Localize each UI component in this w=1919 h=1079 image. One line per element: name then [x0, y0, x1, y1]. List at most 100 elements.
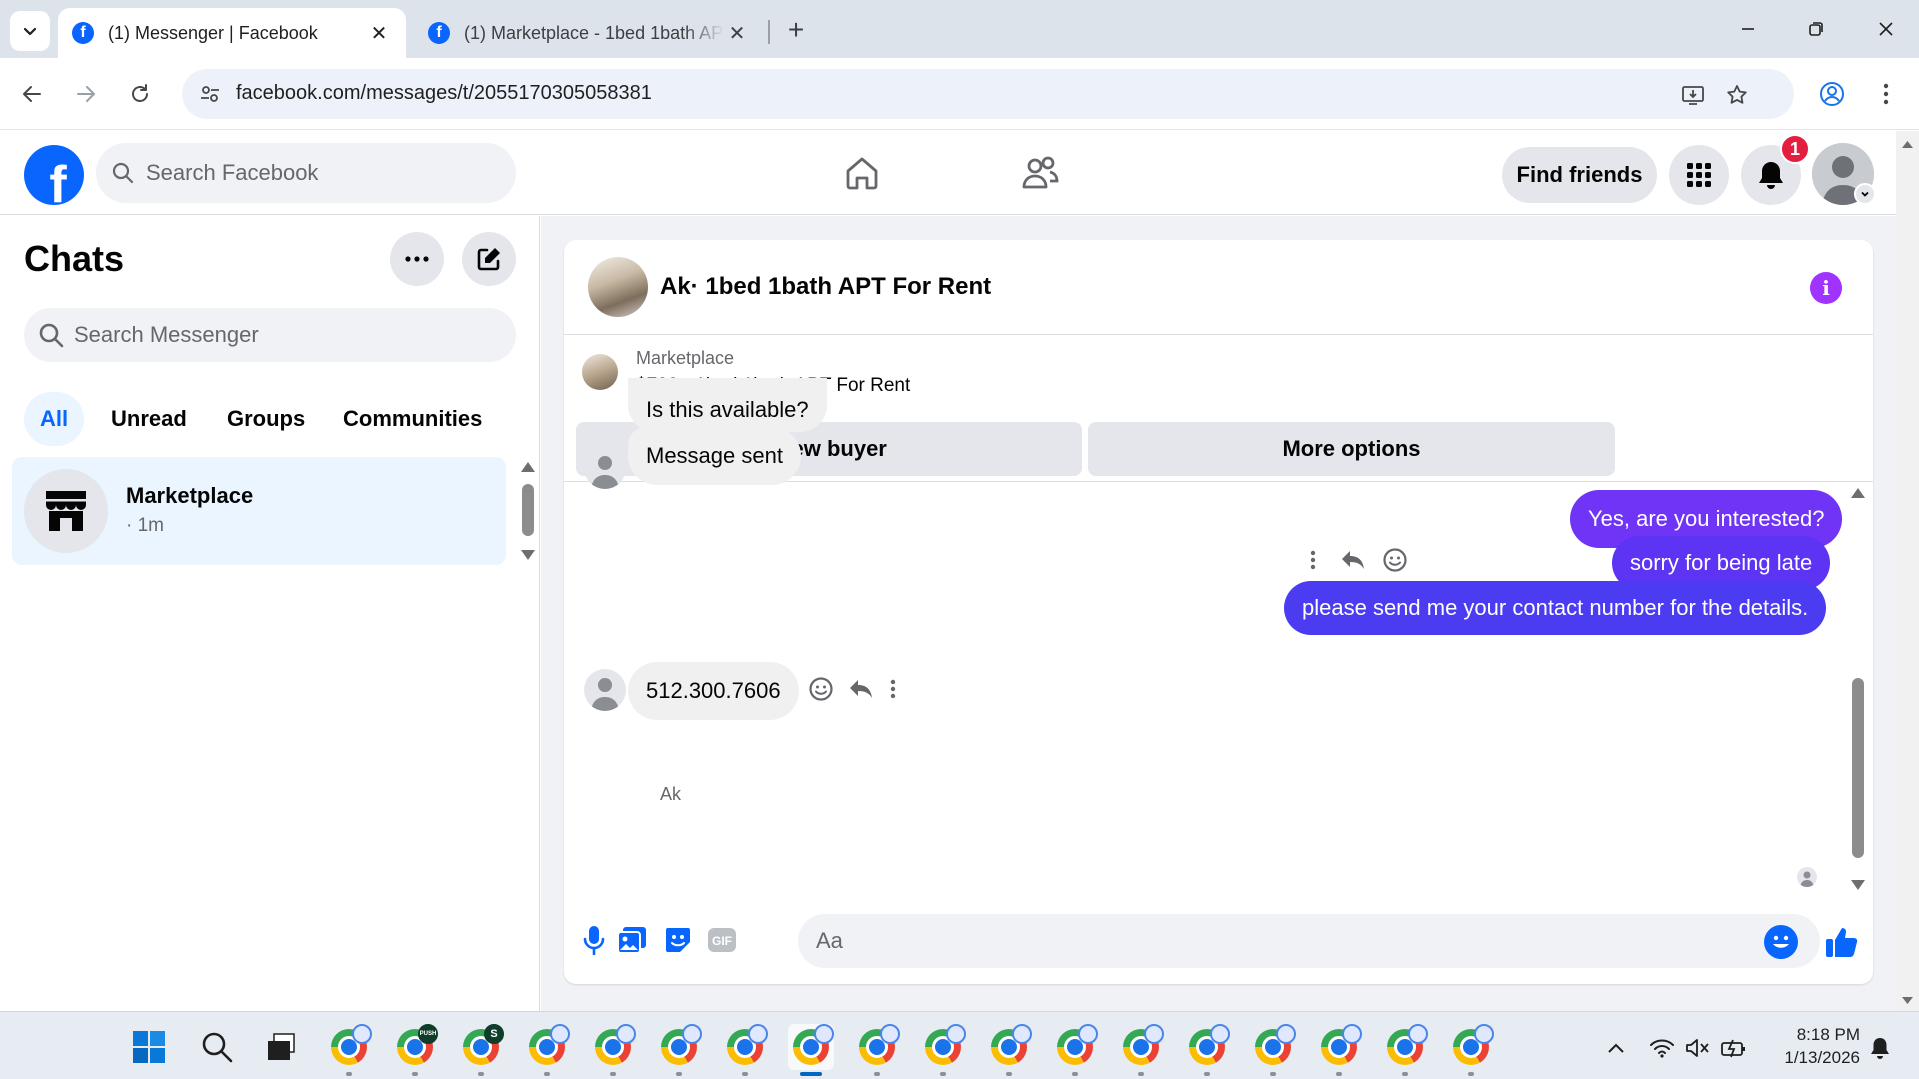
find-friends-button[interactable]: Find friends [1502, 147, 1657, 203]
chrome-taskbar-item[interactable] [1052, 1024, 1098, 1076]
chrome-taskbar-item[interactable]: PUSH [392, 1024, 438, 1076]
sidebar-scroll-thumb[interactable] [522, 484, 534, 536]
conversation-scroll-up[interactable] [1851, 488, 1865, 498]
more-options-button[interactable]: More options [1088, 422, 1615, 476]
listing-thumbnail[interactable] [582, 354, 618, 390]
account-circle-icon [1820, 82, 1844, 106]
contact-avatar[interactable] [584, 447, 626, 489]
tab-search-button[interactable] [10, 11, 50, 51]
minimize-button[interactable] [1726, 10, 1770, 48]
profile-button[interactable] [1812, 74, 1852, 114]
emoji-picker-button[interactable] [1764, 925, 1798, 959]
chrome-taskbar-item[interactable] [590, 1024, 636, 1076]
chrome-taskbar-item[interactable] [1448, 1024, 1494, 1076]
chrome-taskbar-item[interactable]: S [458, 1024, 504, 1076]
voice-clip-button[interactable] [576, 922, 612, 958]
react-emoji-icon[interactable] [806, 674, 836, 704]
message-bubble-incoming[interactable]: 512.300.7606 [628, 662, 799, 720]
tab-messenger[interactable]: f (1) Messenger | Facebook ✕ [58, 8, 406, 58]
chrome-taskbar-item[interactable] [656, 1024, 702, 1076]
chrome-taskbar-item[interactable] [1118, 1024, 1164, 1076]
messenger-search-input[interactable]: Search Messenger [24, 308, 516, 362]
forward-button[interactable] [66, 74, 106, 114]
chat-options-button[interactable] [390, 232, 444, 286]
chrome-taskbar-item[interactable] [1316, 1024, 1362, 1076]
reply-icon[interactable] [1338, 545, 1368, 575]
message-bubble-outgoing[interactable]: please send me your contact number for t… [1284, 581, 1827, 635]
battery-status[interactable] [1720, 1036, 1748, 1060]
new-tab-button[interactable]: + [780, 14, 812, 46]
sticker-button[interactable] [660, 922, 696, 958]
chrome-taskbar-item[interactable] [986, 1024, 1032, 1076]
chevron-up-icon [1608, 1043, 1624, 1053]
chrome-taskbar-item-active[interactable] [788, 1024, 834, 1076]
bookmark-star-icon[interactable] [1722, 80, 1752, 110]
chrome-taskbar-item[interactable] [854, 1024, 900, 1076]
address-bar[interactable]: facebook.com/messages/t/2055170305058381 [182, 69, 1794, 119]
facebook-logo[interactable]: f [24, 145, 84, 205]
message-bubble-incoming[interactable]: Message sent [628, 427, 801, 485]
chrome-taskbar-item[interactable] [722, 1024, 768, 1076]
message-more-icon[interactable] [878, 674, 908, 704]
scroll-arrows-icon [1902, 141, 1913, 1004]
close-window-button[interactable] [1864, 10, 1908, 48]
wifi-status[interactable] [1648, 1036, 1676, 1060]
chrome-taskbar-item[interactable] [920, 1024, 966, 1076]
volume-status[interactable] [1684, 1036, 1712, 1060]
conversation-title[interactable]: Ak· 1bed 1bath APT For Rent [660, 273, 991, 301]
listing-avatar[interactable] [588, 257, 648, 317]
tab-title: (1) Marketplace - 1bed 1bath APT For Ren… [464, 22, 724, 43]
react-emoji-icon[interactable] [1380, 545, 1410, 575]
filter-all[interactable]: All [24, 392, 85, 446]
message-bubble-incoming[interactable]: Is this available? [628, 378, 827, 432]
conversation-scroll-down[interactable] [1851, 880, 1865, 890]
attach-media-button[interactable] [614, 922, 650, 958]
start-button[interactable] [126, 1024, 172, 1070]
friends-nav-button[interactable] [1016, 149, 1064, 197]
facebook-search-input[interactable]: Search Facebook [96, 143, 516, 203]
facebook-favicon-icon: f [428, 22, 450, 44]
restore-button[interactable] [1794, 10, 1838, 48]
reply-icon[interactable] [846, 674, 876, 704]
site-info-icon[interactable] [196, 80, 224, 108]
filter-communities[interactable]: Communities [327, 392, 498, 446]
chrome-taskbar-item[interactable] [326, 1024, 372, 1076]
info-icon[interactable]: i [1810, 272, 1842, 304]
filter-unread[interactable]: Unread [95, 392, 203, 446]
chrome-taskbar-item[interactable] [1250, 1024, 1296, 1076]
conversation-scroll-thumb[interactable] [1852, 678, 1864, 858]
back-button[interactable] [12, 74, 52, 114]
contact-avatar[interactable] [584, 669, 626, 711]
chrome-taskbar-item[interactable] [524, 1024, 570, 1076]
new-message-button[interactable] [462, 232, 516, 286]
home-nav-button[interactable] [838, 149, 886, 197]
close-tab-icon[interactable]: ✕ [366, 20, 392, 46]
tab-marketplace[interactable]: f (1) Marketplace - 1bed 1bath APT For R… [414, 8, 764, 58]
install-app-icon[interactable] [1678, 80, 1708, 110]
send-like-button[interactable] [1822, 922, 1862, 962]
sidebar-scroll-up[interactable] [521, 462, 535, 472]
chrome-taskbar-item[interactable] [1184, 1024, 1230, 1076]
close-tab-icon[interactable]: ✕ [724, 20, 750, 46]
notification-center-button[interactable] [1866, 1036, 1894, 1060]
show-hidden-icons-button[interactable] [1604, 1036, 1628, 1060]
gif-button[interactable]: GIF [704, 922, 740, 958]
message-input[interactable]: Aa [798, 914, 1820, 968]
message-more-icon[interactable] [1298, 545, 1328, 575]
browser-menu-button[interactable] [1866, 74, 1906, 114]
friends-icon [1022, 156, 1059, 189]
taskbar-search-button[interactable] [194, 1024, 240, 1070]
sidebar-scroll-down[interactable] [521, 550, 535, 560]
home-icon [846, 157, 878, 190]
menu-grid-button[interactable] [1669, 145, 1729, 205]
chrome-taskbar-item[interactable] [1382, 1024, 1428, 1076]
system-clock[interactable]: 8:18 PM 1/13/2026 [1764, 1023, 1860, 1069]
search-placeholder: Search Messenger [74, 322, 259, 347]
chat-list-item[interactable]: Marketplace · 1m [12, 457, 506, 565]
page-scrollbar[interactable] [1896, 131, 1919, 1011]
task-view-button[interactable] [258, 1024, 304, 1070]
reload-button[interactable] [120, 74, 160, 114]
account-menu-caret[interactable] [1854, 183, 1876, 205]
filter-groups[interactable]: Groups [211, 392, 321, 446]
profile-badge-icon: PUSH [418, 1024, 438, 1044]
